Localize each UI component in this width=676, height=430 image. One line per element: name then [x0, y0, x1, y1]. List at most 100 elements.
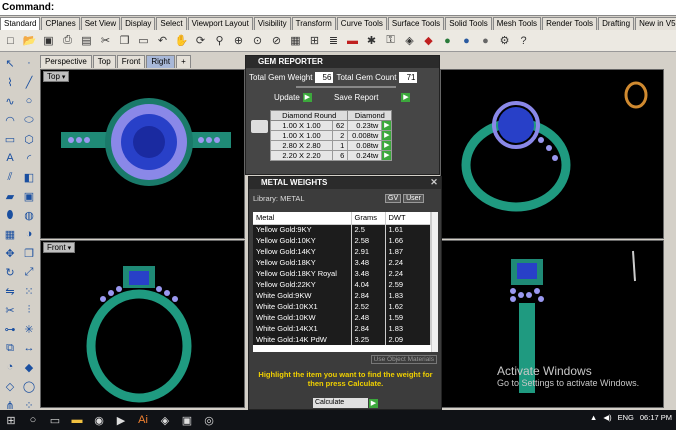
table-row[interactable]: Yellow Gold:18KY Royal 3.48 2.24 — [253, 268, 431, 279]
surface-icon[interactable]: ◧ — [20, 168, 38, 186]
windows-start-icon[interactable]: ⊞ — [0, 410, 22, 430]
ellipse-icon[interactable]: ⬭ — [20, 111, 38, 129]
metal-table-scrollbar[interactable] — [431, 212, 438, 352]
gv-button[interactable]: GV — [385, 194, 402, 203]
text-icon[interactable]: A — [1, 149, 19, 167]
import-icon[interactable]: ▤ — [78, 32, 95, 49]
vp-tab-right[interactable]: Right — [146, 55, 176, 68]
rectangle-icon[interactable]: ▭ — [1, 130, 19, 148]
gem-icon[interactable]: ◇ — [1, 377, 19, 395]
render-icon[interactable]: ◆ — [420, 32, 437, 49]
tab-standard[interactable]: Standard — [0, 17, 41, 30]
table-row[interactable]: 2.20 X 2.20 6 0.24tw ▶ — [270, 150, 393, 161]
app-icon[interactable]: ◈ — [154, 410, 176, 430]
move-icon[interactable]: ✥ — [1, 244, 19, 262]
tab-solid-tools[interactable]: Solid Tools — [445, 17, 492, 30]
zoom-extents-icon[interactable]: ⊙ — [249, 32, 266, 49]
calculate-button[interactable]: Calculate — [313, 398, 368, 408]
table-row[interactable]: 1.00 X 1.00 62 0.23tw ▶ — [270, 120, 393, 131]
task-view-icon[interactable]: ▭ — [44, 410, 66, 430]
material-icon[interactable]: ◈ — [401, 32, 418, 49]
viewport-front[interactable]: Front — [40, 240, 245, 408]
new-icon[interactable]: □ — [2, 32, 19, 49]
arc-icon[interactable]: ◠ — [1, 111, 19, 129]
polygon-icon[interactable]: ⬡ — [20, 130, 38, 148]
calculate-control[interactable]: Calculate ▶ — [313, 398, 378, 408]
close-icon[interactable]: ✕ — [429, 177, 439, 187]
table-row[interactable]: White Gold:14K PdW 3.25 2.09 — [253, 334, 431, 345]
tab-display[interactable]: Display — [121, 17, 156, 30]
command-bar[interactable]: Command: — [0, 0, 676, 16]
array-icon[interactable]: ⁙ — [20, 282, 38, 300]
offset-icon[interactable]: ⫽ — [1, 168, 19, 186]
zoom-icon[interactable]: ⚲ — [211, 32, 228, 49]
table-row[interactable]: Yellow Gold:18KY 3.48 2.24 — [253, 257, 431, 268]
tab-set-view[interactable]: Set View — [80, 17, 121, 30]
volume-icon[interactable]: ◀) — [603, 413, 611, 422]
zoom-selected-icon[interactable]: ⊘ — [268, 32, 285, 49]
grid-icon[interactable]: ▦ — [287, 32, 304, 49]
options-icon[interactable]: ⚙ — [496, 32, 513, 49]
rotate-icon[interactable]: ⟳ — [192, 32, 209, 49]
pave-icon[interactable]: ⁘ — [20, 396, 38, 410]
dimension-icon[interactable]: ↔ — [20, 339, 38, 357]
explode-icon[interactable]: ✳ — [20, 320, 38, 338]
split-icon[interactable]: ⫶ — [20, 301, 38, 319]
save-report-arrow-icon[interactable]: ▶ — [401, 93, 411, 102]
row-go-icon[interactable]: ▶ — [382, 121, 392, 130]
metal-table-container[interactable]: Metal Grams DWT Yellow Gold:9KY 2.5 1.61 Y… — [253, 212, 438, 352]
prong-icon[interactable]: ⋔ — [1, 396, 19, 410]
cut-icon[interactable]: ✂ — [97, 32, 114, 49]
4view-icon[interactable]: ⊞ — [306, 32, 323, 49]
ring-icon[interactable]: ◯ — [20, 377, 38, 395]
save-icon[interactable]: ▣ — [40, 32, 57, 49]
tab-transform[interactable]: Transform — [291, 17, 336, 30]
table-row[interactable]: White Gold:10KX1 2.52 1.62 — [253, 301, 431, 312]
group-icon[interactable]: ⧉ — [1, 339, 19, 357]
tab-visibility[interactable]: Visibility — [253, 17, 291, 30]
rhino-icon[interactable]: ◎ — [198, 410, 220, 430]
table-row[interactable]: White Gold:9KW 2.84 1.83 — [253, 290, 431, 301]
table-row[interactable]: 2.80 X 2.80 1 0.08tw ▶ — [270, 140, 393, 151]
search-icon[interactable]: ○ — [22, 410, 44, 430]
table-row[interactable]: Yellow Gold:9KY 2.5 1.61 — [253, 224, 431, 235]
table-row[interactable]: Yellow Gold:14KY 2.91 1.87 — [253, 246, 431, 257]
row-go-icon[interactable]: ▶ — [382, 131, 392, 140]
tab-drafting[interactable]: Drafting — [598, 17, 635, 30]
table-row[interactable]: White Gold:10KW 2.48 1.59 — [253, 312, 431, 323]
help-icon[interactable]: ? — [515, 32, 532, 49]
car-icon[interactable]: ▬ — [344, 32, 361, 49]
print-icon[interactable]: ⎙ — [59, 32, 76, 49]
extrude-icon[interactable]: ▰ — [1, 187, 19, 205]
layer-icon[interactable]: ≣ — [325, 32, 342, 49]
rotate-tool-icon[interactable]: ↻ — [1, 263, 19, 281]
cylinder-icon[interactable]: ⬮ — [1, 206, 19, 224]
calculate-arrow-icon[interactable]: ▶ — [369, 398, 378, 408]
join-icon[interactable]: ⊶ — [1, 320, 19, 338]
sphere-icon[interactable]: ● — [439, 32, 456, 49]
row-go-icon[interactable]: ▶ — [382, 141, 392, 150]
circle-icon[interactable]: ○ — [20, 92, 38, 110]
select-arrow-icon[interactable]: ↖ — [1, 54, 19, 72]
mirror-icon[interactable]: ⇋ — [1, 282, 19, 300]
tab-curve-tools[interactable]: Curve Tools — [336, 17, 387, 30]
update-button[interactable]: Update ▶ — [274, 93, 312, 102]
trim-icon[interactable]: ✂ — [1, 301, 19, 319]
point-icon[interactable]: · — [20, 54, 38, 72]
media-player-icon[interactable]: ▶ — [110, 410, 132, 430]
curve-icon[interactable]: ∿ — [1, 92, 19, 110]
line-icon[interactable]: ╱ — [20, 73, 38, 91]
vp-tab-top[interactable]: Top — [92, 55, 116, 68]
gem-slider-track[interactable] — [296, 86, 396, 88]
tab-cplanes[interactable]: CPlanes — [41, 17, 80, 30]
lock-icon[interactable]: ⚿ — [382, 32, 399, 49]
light-icon[interactable]: ✱ — [363, 32, 380, 49]
table-row[interactable]: Yellow Gold:22KY 4.04 2.59 — [253, 279, 431, 290]
tab-select[interactable]: Select — [156, 17, 187, 30]
pan-icon[interactable]: ✋ — [173, 32, 190, 49]
network-icon[interactable]: ▲ — [590, 413, 597, 422]
table-row[interactable]: White Gold:14KX1 2.84 1.83 — [253, 323, 431, 334]
boolean-icon[interactable]: ◑ — [20, 225, 38, 243]
paste-icon[interactable]: ▭ — [135, 32, 152, 49]
open-icon[interactable]: 📂 — [21, 32, 38, 49]
